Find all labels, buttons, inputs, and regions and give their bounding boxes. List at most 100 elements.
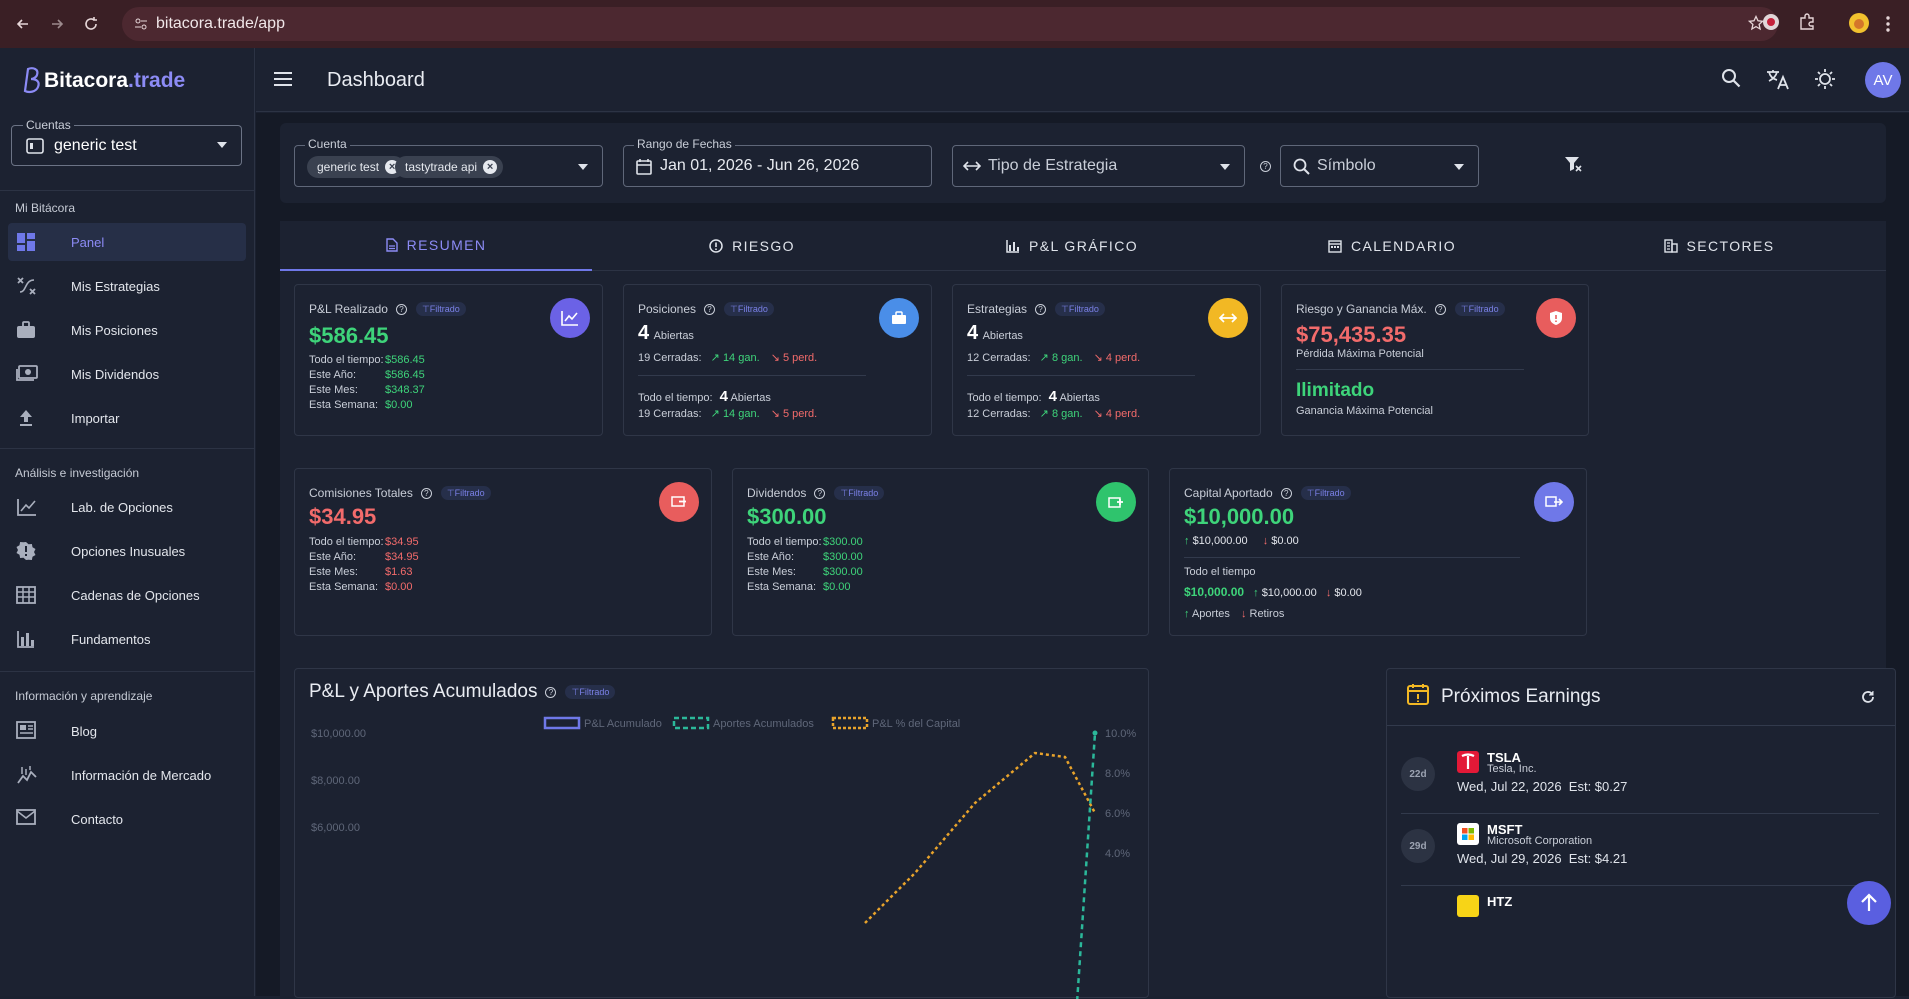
sidebar-item-mis-dividendos[interactable]: Mis Dividendos (8, 355, 246, 393)
reload-icon[interactable] (80, 13, 102, 35)
earnings-row[interactable]: 29d MSFT Microsoft Corporation Wed, Jul … (1401, 821, 1791, 879)
capital-legend: ↑ Aportes ↓ Retiros (1184, 608, 1284, 620)
row-label: Todo el tiempo: (747, 536, 822, 548)
commissions-card: Comisiones Totales? ⊤ Filtrado $34.95 Tod… (294, 468, 712, 636)
closed-label: 19 Cerradas: (638, 352, 702, 364)
capital-card: Capital Aportado? ⊤ Filtrado $10,000.00 ↑… (1169, 468, 1587, 636)
browser-menu-icon[interactable] (1886, 16, 1890, 32)
section-title-informacion: Información y aprendizaje (15, 689, 153, 703)
brightness-icon[interactable] (1814, 68, 1836, 90)
legend-swatch (672, 716, 710, 730)
card-title: Comisiones Totales? ⊤ Filtrado (309, 486, 491, 500)
company: Microsoft Corporation (1487, 835, 1593, 847)
sidebar-item-mis-estrategias[interactable]: Mis Estrategias (8, 267, 246, 305)
chip-tastytrade-api[interactable]: tastytrade api × (395, 156, 504, 178)
forward-icon[interactable] (46, 13, 68, 35)
chip-generic-test[interactable]: generic test × (307, 156, 406, 178)
money-icon (16, 364, 38, 384)
scroll-to-top-button[interactable] (1847, 881, 1891, 925)
row-value: $0.00 (823, 581, 851, 593)
help-icon[interactable]: ? (395, 303, 407, 315)
hamburger-menu-icon[interactable] (274, 72, 292, 86)
tab-label: SECTORES (1686, 238, 1775, 254)
tab-riesgo[interactable]: RIESGO (592, 221, 912, 271)
sidebar-item-opciones-inusuales[interactable]: Opciones Inusuales (8, 532, 246, 570)
open-label: Abiertas (982, 330, 1023, 342)
row-value: $0.00 (385, 399, 413, 411)
help-icon[interactable]: ? (704, 303, 716, 315)
extensions-puzzle-icon[interactable] (1798, 13, 1816, 31)
open-count: 4 (967, 322, 979, 344)
tab-calendario[interactable]: CALENDARIO (1232, 221, 1552, 271)
sidebar-item-informacion-mercado[interactable]: Información de Mercado (8, 756, 246, 794)
help-icon[interactable]: ? (420, 487, 432, 499)
row-label: Todo el tiempo: (309, 354, 384, 366)
profile-avatar-icon[interactable] (1849, 13, 1869, 33)
sidebar-item-cadenas-opciones[interactable]: Cadenas de Opciones (8, 576, 246, 614)
dividends-breakdown: Todo el tiempo: $300.00 Este Año: $300.00 … (747, 535, 863, 595)
clear-filter-icon[interactable] (1564, 156, 1582, 172)
legend-swatch (831, 716, 869, 730)
account-filter[interactable]: Cuenta generic test × tastytrade api × (294, 137, 603, 187)
row-label: Este Año: (309, 551, 357, 563)
pnl-chart[interactable]: P&L Acumulado Aportes Acumulados P&L % del… (295, 689, 1148, 999)
record-extension-icon[interactable] (1762, 13, 1780, 31)
row-value: $300.00 (823, 536, 863, 548)
filtered-badge: ⊤ Filtrado (1300, 486, 1351, 500)
symbol-placeholder: Símbolo (1317, 157, 1376, 174)
search-icon[interactable] (1721, 68, 1741, 88)
date-range-value: Jan 01, 2026 - Jun 26, 2026 (660, 157, 860, 174)
sidebar-item-panel[interactable]: Panel (8, 223, 246, 261)
estimate-text: Est: $0.27 (1568, 779, 1628, 794)
chip-remove-icon[interactable]: × (483, 160, 498, 174)
earnings-row[interactable]: HTZ (1401, 893, 1791, 951)
sidebar-item-label: Blog (71, 723, 98, 739)
all-time-label: Todo el tiempo: (967, 392, 1042, 404)
sidebar-item-fundamentos[interactable]: Fundamentos (8, 620, 246, 658)
date-range-label: Rango de Fechas (634, 137, 735, 151)
row-value: $34.95 (385, 551, 419, 563)
chevron-down-icon (1220, 164, 1230, 170)
tab-pl-grafico[interactable]: P&L GRÁFICO (912, 221, 1232, 271)
address-bar[interactable]: bitacora.trade/app (122, 7, 1778, 41)
badge-text: Filtrado (1068, 304, 1099, 314)
symbol-filter[interactable]: Símbolo (1280, 145, 1479, 187)
date-range-filter[interactable]: Rango de Fechas Jan 01, 2026 - Jun 26, 2… (623, 137, 932, 187)
help-icon[interactable]: ? (1035, 303, 1047, 315)
help-icon[interactable]: ? (814, 487, 826, 499)
tab-resumen[interactable]: RESUMEN (280, 221, 592, 271)
brand-logo[interactable]: Bitacora .trade (22, 66, 185, 96)
back-icon[interactable] (12, 13, 34, 35)
losses: ↘ 5 perd. (770, 352, 818, 364)
help-icon[interactable]: ? (1280, 487, 1292, 499)
strategy-type-filter[interactable]: Tipo de Estrategia (952, 145, 1245, 187)
help-icon[interactable]: ? (1260, 161, 1271, 172)
sidebar-item-contacto[interactable]: Contacto (8, 800, 246, 838)
tab-label: RIESGO (732, 238, 795, 254)
translate-icon[interactable] (1766, 68, 1790, 90)
losses: ↘ 4 perd. (1093, 352, 1141, 364)
sidebar-item-lab-opciones[interactable]: Lab. de Opciones (8, 488, 246, 526)
days-badge: 29d (1401, 829, 1435, 863)
dividends-value: $300.00 (747, 504, 827, 529)
sidebar-item-mis-posiciones[interactable]: Mis Posiciones (8, 311, 246, 349)
bar-chart-icon (1006, 240, 1019, 253)
strategies-card: Estrategias? ⊤ Filtrado 4 Abiertas 12 Cer… (952, 284, 1261, 436)
hertz-logo-icon (1457, 895, 1479, 917)
dashboard-tabs: RESUMEN RIESGO P&L GRÁFICO CALENDARIO SE… (280, 221, 1886, 271)
all-time-open-label: Abiertas (1059, 392, 1100, 404)
strategy-type-placeholder: Tipo de Estrategia (988, 157, 1118, 174)
account-select[interactable]: Cuentas generic test (11, 118, 242, 166)
sidebar-divider (0, 190, 255, 191)
sidebar-item-importar[interactable]: Importar (8, 399, 246, 437)
sidebar-item-blog[interactable]: Blog (8, 712, 246, 750)
tab-sectores[interactable]: SECTORES (1552, 221, 1886, 271)
account-select-label: Cuentas (23, 118, 74, 132)
refresh-icon[interactable] (1861, 690, 1875, 704)
user-avatar[interactable]: AV (1865, 62, 1901, 98)
sidebar-item-label: Importar (71, 410, 120, 426)
earnings-row[interactable]: 22d TSLA Tesla, Inc. Wed, Jul 22, 2026 E… (1401, 749, 1791, 807)
help-icon[interactable]: ? (1434, 303, 1446, 315)
earnings-card: Próximos Earnings 22d TSLA Tesla, Inc. W… (1386, 668, 1896, 998)
site-info-icon[interactable] (134, 17, 148, 31)
